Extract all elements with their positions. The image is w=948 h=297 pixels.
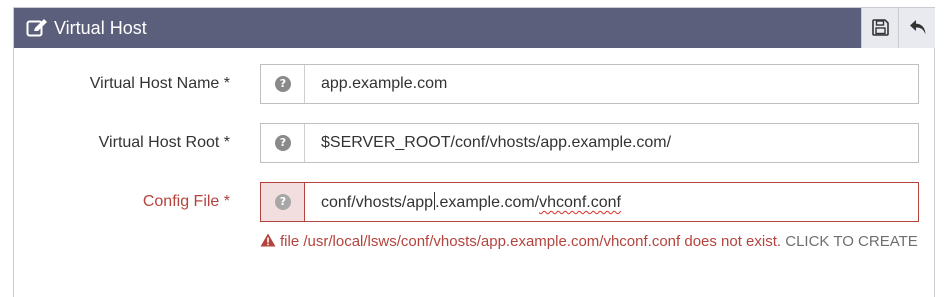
config-file-value-part: .example.com/ — [435, 194, 540, 211]
help-addon: ? — [261, 124, 305, 162]
config-file-value-part: conf/vhosts/app — [321, 194, 434, 211]
save-icon — [872, 19, 889, 36]
vhost-name-label: Virtual Host Name * — [89, 75, 230, 92]
vhost-root-input[interactable]: $SERVER_ROOT/conf/vhosts/app.example.com… — [321, 133, 671, 153]
config-file-input[interactable]: conf/vhosts/app .example.com/vhconf.conf — [321, 192, 621, 213]
config-file-field[interactable]: ? conf/vhosts/app .example.com/vhconf.con… — [260, 182, 919, 222]
warning-icon — [260, 233, 276, 247]
config-file-label: Config File * — [142, 193, 230, 210]
spellcheck-word: vhconf.conf — [539, 194, 621, 211]
panel-title: Virtual Host — [54, 18, 147, 38]
back-icon — [910, 20, 926, 35]
vhost-root-field[interactable]: ? $SERVER_ROOT/conf/vhosts/app.example.c… — [260, 123, 919, 163]
help-icon[interactable]: ? — [275, 135, 291, 151]
back-button[interactable] — [898, 8, 935, 48]
help-addon: ? — [261, 183, 305, 221]
save-button[interactable] — [861, 8, 898, 48]
vhost-name-field[interactable]: ? app.example.com — [260, 64, 919, 104]
help-addon: ? — [261, 65, 305, 103]
vhost-name-input[interactable]: app.example.com — [321, 74, 447, 94]
error-text: file /usr/local/lsws/conf/vhosts/app.exa… — [280, 233, 782, 250]
vhost-root-label: Virtual Host Root * — [98, 134, 230, 151]
edit-icon — [26, 18, 48, 38]
help-icon[interactable]: ? — [275, 194, 291, 210]
click-to-create-link[interactable]: CLICK TO CREATE — [785, 233, 918, 250]
config-file-error: file /usr/local/lsws/conf/vhosts/app.exa… — [260, 230, 920, 253]
panel-header: Virtual Host — [14, 8, 935, 48]
help-icon[interactable]: ? — [275, 76, 291, 92]
